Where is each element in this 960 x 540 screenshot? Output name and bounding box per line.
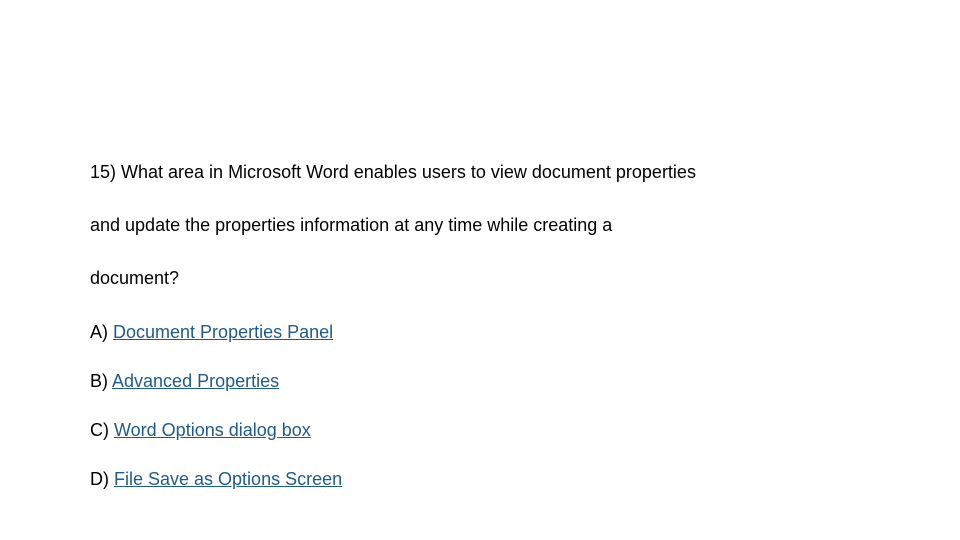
option-a-link[interactable]: Document Properties Panel	[113, 322, 333, 342]
option-d-prefix: D)	[90, 469, 114, 489]
option-c: C) Word Options dialog box	[90, 418, 870, 443]
option-c-prefix: C)	[90, 420, 114, 440]
option-b-link[interactable]: Advanced Properties	[112, 371, 279, 391]
question-text-line-1: 15) What area in Microsoft Word enables …	[90, 160, 870, 185]
question-block: 15) What area in Microsoft Word enables …	[90, 160, 870, 516]
option-a-prefix: A)	[90, 322, 113, 342]
option-b-prefix: B)	[90, 371, 112, 391]
question-text-line-2: and update the properties information at…	[90, 213, 870, 238]
option-d: D) File Save as Options Screen	[90, 467, 870, 492]
question-text-line-3: document?	[90, 266, 870, 291]
option-a: A) Document Properties Panel	[90, 320, 870, 345]
option-c-link[interactable]: Word Options dialog box	[114, 420, 311, 440]
option-d-link[interactable]: File Save as Options Screen	[114, 469, 342, 489]
option-b: B) Advanced Properties	[90, 369, 870, 394]
